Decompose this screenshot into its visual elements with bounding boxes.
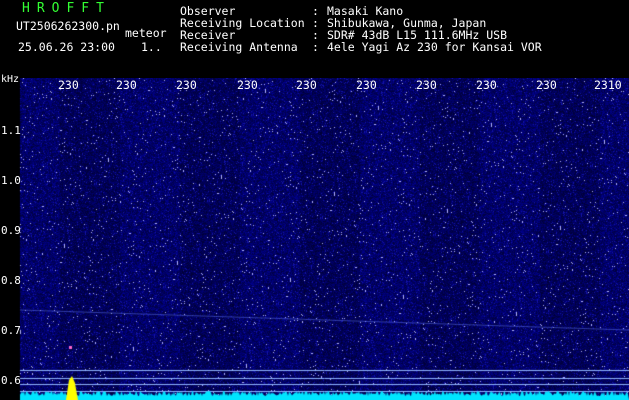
x-tick-label: 230 — [58, 78, 79, 92]
x-tick-label: 230 — [237, 78, 258, 92]
y-tick-label: 0.7 — [1, 324, 21, 337]
echo-count: 1.. — [141, 40, 162, 54]
x-tick-label: 230 — [416, 78, 437, 92]
x-tick-label: 230 — [296, 78, 317, 92]
x-tick-label: 230 — [356, 78, 377, 92]
y-tick-label: 1.1 — [1, 124, 21, 137]
y-tick-label: 0.8 — [1, 274, 21, 287]
x-tick-label: 230 — [116, 78, 137, 92]
y-tick-label: 0.9 — [1, 224, 21, 237]
antenna-label: Receiving Antenna — [180, 40, 298, 54]
observation-datetime: 25.06.26 23:00 — [18, 40, 115, 54]
x-tick-label: 2310 — [594, 78, 622, 92]
spectrogram-waterfall — [0, 78, 629, 400]
x-tick-label: 230 — [476, 78, 497, 92]
y-tick-label: 1.0 — [1, 174, 21, 187]
filename: UT2506262300.pn — [16, 19, 120, 33]
observation-type: meteor — [125, 26, 167, 40]
y-tick-label: 0.6 — [1, 374, 21, 387]
antenna-colon: : — [312, 40, 319, 54]
brand-logo: HROFFT — [22, 1, 111, 16]
y-axis-unit: kHz — [1, 74, 20, 85]
x-tick-label: 230 — [536, 78, 557, 92]
antenna-value: 4ele Yagi Az 230 for Kansai VOR — [327, 40, 542, 54]
x-tick-label: 230 — [176, 78, 197, 92]
